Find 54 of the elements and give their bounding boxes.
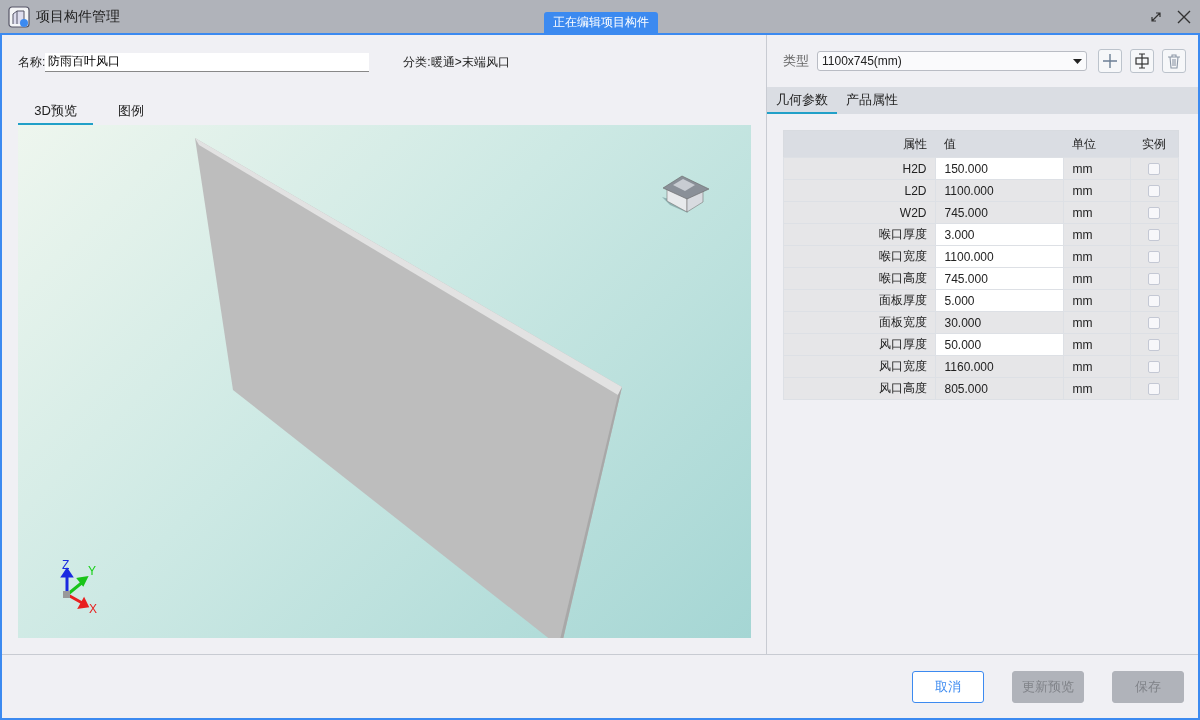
add-button[interactable] (1098, 49, 1122, 73)
table-cell: 面板宽度 (783, 311, 935, 334)
maximize-button[interactable] (1150, 10, 1162, 23)
name-label: 名称: (18, 53, 46, 71)
table-cell: 风口高度 (783, 377, 935, 400)
column-header: 属性 (783, 130, 935, 158)
view-tab[interactable]: 图例 (93, 102, 168, 125)
table-cell: 喉口宽度 (783, 245, 935, 268)
3d-viewport[interactable]: Z Y X (18, 125, 751, 638)
table-cell: 面板厚度 (783, 289, 935, 312)
editing-badge: 正在编辑项目构件 (544, 12, 658, 33)
type-label: 类型 (783, 52, 809, 70)
table-cell: H2D (783, 157, 935, 180)
checkbox[interactable] (1148, 339, 1161, 352)
trash-icon (1166, 53, 1182, 69)
property-tab[interactable]: 几何参数 (767, 91, 837, 114)
name-field[interactable]: 防雨百叶风口 (45, 52, 370, 72)
category-label: 分类: (403, 53, 431, 71)
checkbox[interactable] (1148, 295, 1161, 308)
property-tab[interactable]: 产品属性 (837, 91, 907, 114)
caret-icon (1073, 58, 1082, 64)
app-icon (8, 5, 30, 28)
checkbox[interactable] (1148, 361, 1161, 374)
category-value: 暖通>末端风口 (430, 53, 510, 71)
z-axis-label: Z (62, 558, 70, 572)
y-axis-label: Y (88, 564, 96, 578)
column-header: 值 (935, 130, 1063, 158)
table-cell: mm (1063, 157, 1130, 180)
delete-button[interactable] (1162, 49, 1186, 73)
table-cell[interactable]: 150.000 (935, 157, 1063, 180)
rename-button[interactable] (1130, 49, 1154, 73)
window-title: 项目构件管理 (36, 7, 120, 26)
table-cell: 风口厚度 (783, 333, 935, 356)
checkbox[interactable] (1148, 317, 1161, 330)
table-cell: 喉口厚度 (783, 223, 935, 246)
table-cell: 风口宽度 (783, 355, 935, 378)
table-cell: W2D (783, 201, 935, 224)
close-button[interactable] (1176, 8, 1192, 25)
type-dropdown[interactable]: 1100x745(mm) (817, 51, 1087, 71)
x-axis-label: X (89, 602, 97, 616)
column-header: 实例 (1130, 130, 1179, 158)
checkbox[interactable] (1148, 207, 1161, 220)
checkbox[interactable] (1148, 383, 1161, 396)
checkbox[interactable] (1148, 229, 1161, 242)
column-header: 单位 (1063, 130, 1130, 158)
checkbox[interactable] (1148, 251, 1161, 264)
table-cell: L2D (783, 179, 935, 202)
plus-icon (1102, 53, 1118, 69)
checkbox[interactable] (1148, 163, 1161, 176)
text-cursor-icon (1134, 53, 1150, 69)
checkbox[interactable] (1148, 185, 1161, 198)
checkbox[interactable] (1148, 273, 1161, 286)
table-cell: 喉口高度 (783, 267, 935, 290)
cancel-button[interactable]: 取消 (912, 670, 984, 703)
